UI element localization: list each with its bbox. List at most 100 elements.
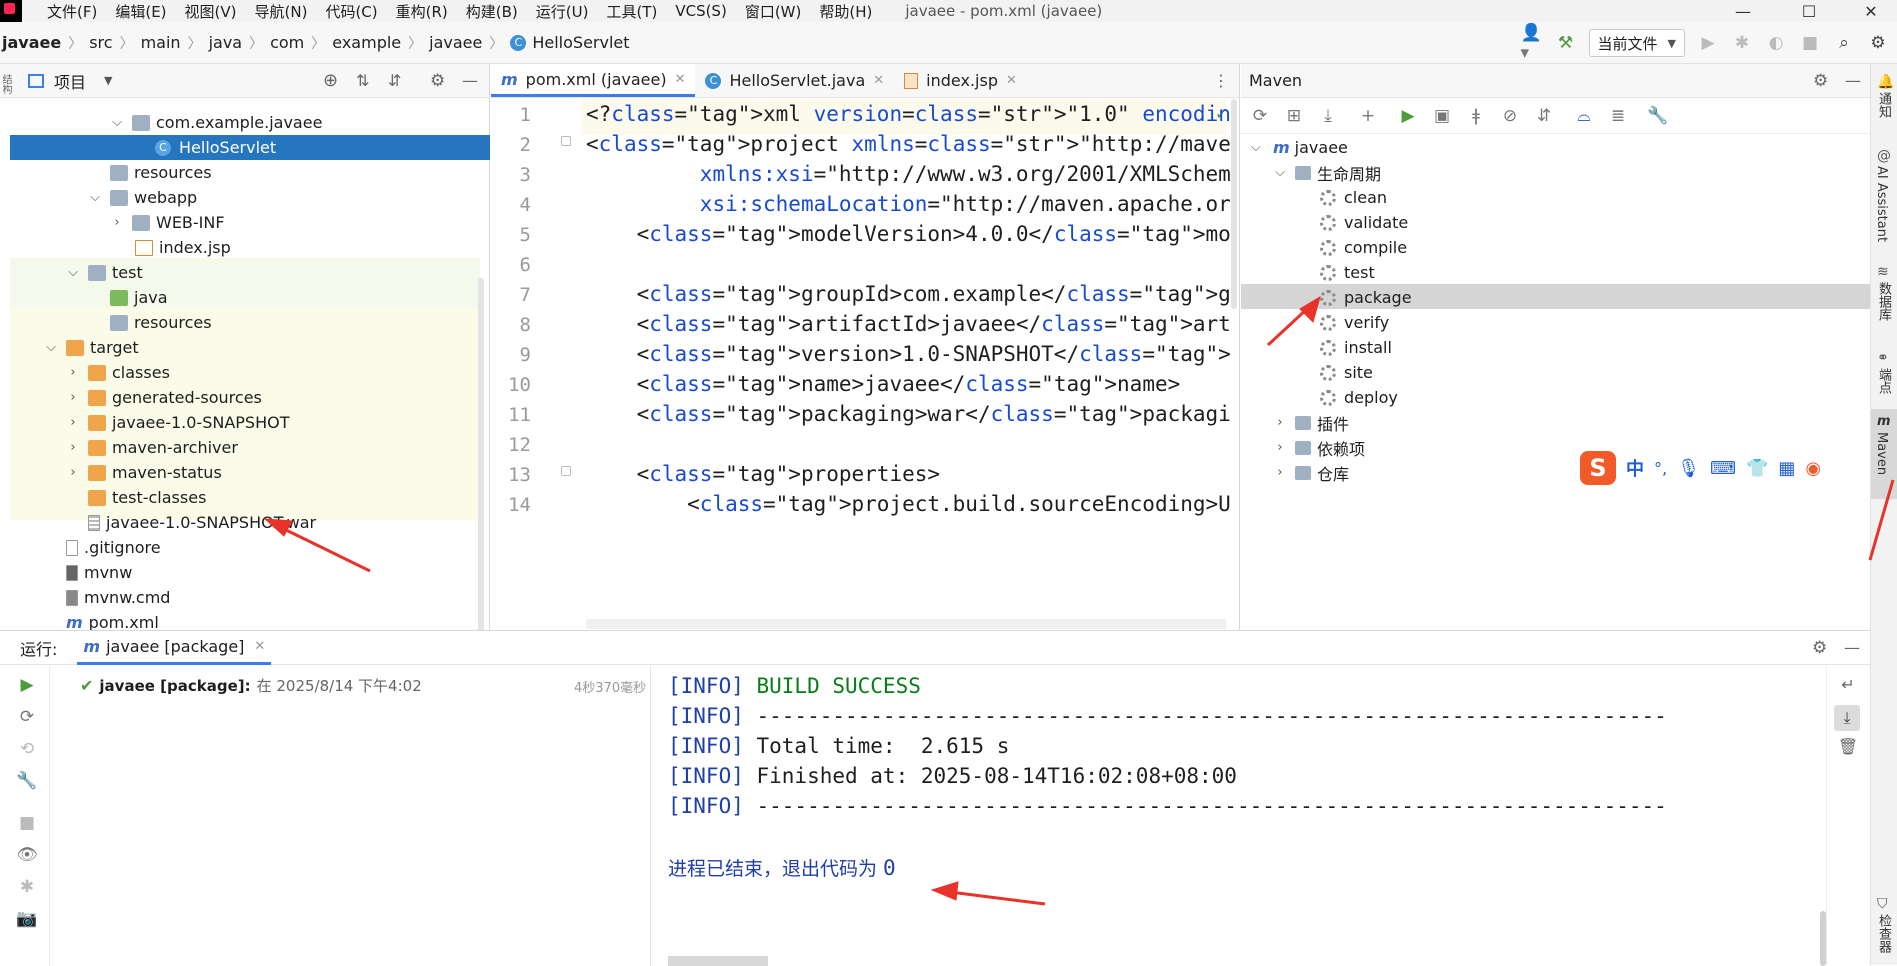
plus-icon[interactable]: + <box>1357 105 1379 127</box>
ime-lang-toggle[interactable]: 中 <box>1626 455 1644 481</box>
menu-code[interactable]: 代码(C) <box>316 1 386 22</box>
close-icon[interactable]: ✕ <box>1848 0 1894 22</box>
database-icon[interactable]: ≋ <box>1877 264 1889 280</box>
expand-all-icon[interactable]: ⇅ <box>356 71 369 90</box>
maven-lifecycle-node[interactable]: ⌵ 生命周期 <box>1241 160 1870 185</box>
right-strip-maven[interactable]: Maven <box>1874 432 1889 475</box>
menu-refactor[interactable]: 重构(R) <box>387 1 457 22</box>
debug-icon[interactable]: ✱ <box>1731 32 1753 54</box>
chevron-down-icon[interactable]: ⌵ <box>1273 165 1287 180</box>
rerun-icon[interactable]: ▶ <box>16 674 38 696</box>
skip-tests-icon[interactable]: ⊘ <box>1499 105 1521 127</box>
right-strip-endpoints[interactable]: 端点 <box>1874 368 1893 394</box>
microphone-icon[interactable]: 🎙 <box>1677 458 1700 479</box>
chevron-right-icon[interactable]: › <box>66 440 80 455</box>
toggle-offline-icon[interactable]: ǂ <box>1465 105 1487 127</box>
execute-goal-icon[interactable]: ▣ <box>1431 105 1453 127</box>
menu-view[interactable]: 视图(V) <box>176 1 246 22</box>
tree-item-war-file[interactable]: javaee-1.0-SNAPSHOT.war <box>0 510 489 535</box>
gear-icon[interactable]: ⚙ <box>1813 71 1828 91</box>
collapse-all-icon[interactable]: ⇵ <box>388 71 401 90</box>
maven-project-root[interactable]: ⌵ m javaee <box>1241 135 1870 160</box>
show-deps-icon[interactable]: ≣ <box>1607 105 1629 127</box>
maven-phase-package[interactable]: package <box>1241 285 1870 310</box>
gear-icon[interactable]: ⚙ <box>1812 638 1827 658</box>
right-strip-ai[interactable]: AI Assistant <box>1874 166 1889 242</box>
run-config-dropdown[interactable]: 当前文件 ▼ <box>1588 29 1685 57</box>
soft-wrap-icon[interactable]: ↵ <box>1836 675 1860 697</box>
editor-h-scrollbar[interactable] <box>586 619 1226 629</box>
tree-item-test-resources[interactable]: resources <box>0 310 489 335</box>
tree-item-package[interactable]: ⌵ com.example.javaee <box>0 110 489 135</box>
download-icon[interactable]: ⤓ <box>1317 105 1339 127</box>
tree-item-webapp[interactable]: ⌵ webapp <box>0 185 489 210</box>
tree-item-resources-main[interactable]: resources <box>0 160 489 185</box>
tree-item-snapshot-dir[interactable]: › javaee-1.0-SNAPSHOT <box>0 410 489 435</box>
tree-item-mvnw[interactable]: mvnw <box>0 560 489 585</box>
crumb-com[interactable]: com <box>270 33 304 52</box>
bell-icon[interactable]: 🔔 <box>1877 74 1894 90</box>
hide-icon[interactable]: — <box>462 71 478 90</box>
crumb-javaee[interactable]: javaee <box>429 33 482 52</box>
menu-vcs[interactable]: VCS(S) <box>666 2 735 20</box>
maven-phase-verify[interactable]: verify <box>1241 310 1870 335</box>
toggle-tree-icon[interactable]: ⟲ <box>16 738 38 760</box>
crumb-src[interactable]: src <box>89 33 112 52</box>
gear-icon[interactable]: ⚙ <box>430 71 445 91</box>
hide-icon[interactable]: — <box>1844 638 1860 657</box>
crumb-example[interactable]: example <box>332 33 401 52</box>
menu-file[interactable]: 文件(F) <box>38 1 106 22</box>
hammer-icon[interactable]: ⚒ <box>1555 32 1577 54</box>
console-output[interactable]: [INFO] BUILD SUCCESS [INFO] -------------… <box>668 666 1828 966</box>
chevron-right-icon[interactable]: › <box>66 465 80 480</box>
project-scrollbar[interactable] <box>478 278 484 638</box>
chevron-right-icon[interactable]: › <box>1273 440 1287 455</box>
search-icon[interactable]: ⌕ <box>1833 32 1855 54</box>
left-strip-label[interactable]: 结构 <box>0 74 13 94</box>
ai-icon[interactable]: @ <box>1877 148 1891 164</box>
tree-item-maven-status[interactable]: › maven-status <box>0 460 489 485</box>
scroll-to-end-icon[interactable]: ⤓ <box>1834 705 1860 731</box>
right-strip-inspector[interactable]: 检查器 <box>1874 914 1893 953</box>
coverage-icon[interactable]: ◐ <box>1765 32 1787 54</box>
locate-icon[interactable]: ⊕ <box>323 70 338 91</box>
menu-navigate[interactable]: 导航(N) <box>246 1 317 22</box>
wrench-icon[interactable]: 🔧 <box>1647 105 1669 127</box>
chevron-right-icon[interactable]: › <box>1273 465 1287 480</box>
console-scrollbar[interactable] <box>1820 911 1826 966</box>
maven-plugins-node[interactable]: › 插件 <box>1241 410 1870 435</box>
ime-punct-toggle[interactable]: °, <box>1654 459 1667 478</box>
maven-phase-compile[interactable]: compile <box>1241 235 1870 260</box>
chevron-right-icon[interactable]: › <box>66 415 80 430</box>
user-icon[interactable]: 👤▾ <box>1521 23 1543 63</box>
add-folder-icon[interactable]: ⊞ <box>1283 105 1305 127</box>
maven-phase-clean[interactable]: clean <box>1241 185 1870 210</box>
menu-tools[interactable]: 工具(T) <box>597 1 666 22</box>
tree-item-mvnw-cmd[interactable]: mvnw.cmd <box>0 585 489 610</box>
tree-item-target[interactable]: ⌵ target <box>0 335 489 360</box>
code-area[interactable]: 1 2 3 4 5 6 7 8 9 10 11 12 13 14 <?class="tag">xml ver… <box>491 64 1231 619</box>
keyboard-icon[interactable]: ⌨ <box>1710 458 1736 479</box>
crumb-main[interactable]: main <box>141 33 181 52</box>
stop-icon[interactable]: ■ <box>1799 32 1821 54</box>
endpoints-icon[interactable]: ⚭ <box>1877 350 1889 366</box>
menu-help[interactable]: 帮助(H) <box>810 1 881 22</box>
tree-item-web-inf[interactable]: › WEB-INF <box>0 210 489 235</box>
run-tab[interactable]: m javaee [package] ✕ <box>77 631 272 665</box>
maven-phase-install[interactable]: install <box>1241 335 1870 360</box>
maven-phase-validate[interactable]: validate <box>1241 210 1870 235</box>
chevron-down-icon[interactable]: ⌵ <box>110 115 124 130</box>
sogou-logo-icon[interactable]: S <box>1580 451 1616 485</box>
mascot-icon[interactable]: ◉ <box>1805 458 1821 479</box>
editor-scrollbar[interactable] <box>1231 99 1237 309</box>
chevron-right-icon[interactable]: › <box>66 365 80 380</box>
tree-item-test-classes[interactable]: test-classes <box>0 485 489 510</box>
reload-icon[interactable]: ⟳ <box>1249 105 1271 127</box>
camera-icon[interactable]: 📷 <box>16 908 38 930</box>
close-tab-icon[interactable]: ✕ <box>254 639 265 654</box>
crumb-java[interactable]: java <box>209 33 243 52</box>
menu-run[interactable]: 运行(U) <box>527 1 598 22</box>
tree-item-test-java[interactable]: java <box>0 285 489 310</box>
tree-item-classes[interactable]: › classes <box>0 360 489 385</box>
tree-item-gitignore[interactable]: .gitignore <box>0 535 489 560</box>
